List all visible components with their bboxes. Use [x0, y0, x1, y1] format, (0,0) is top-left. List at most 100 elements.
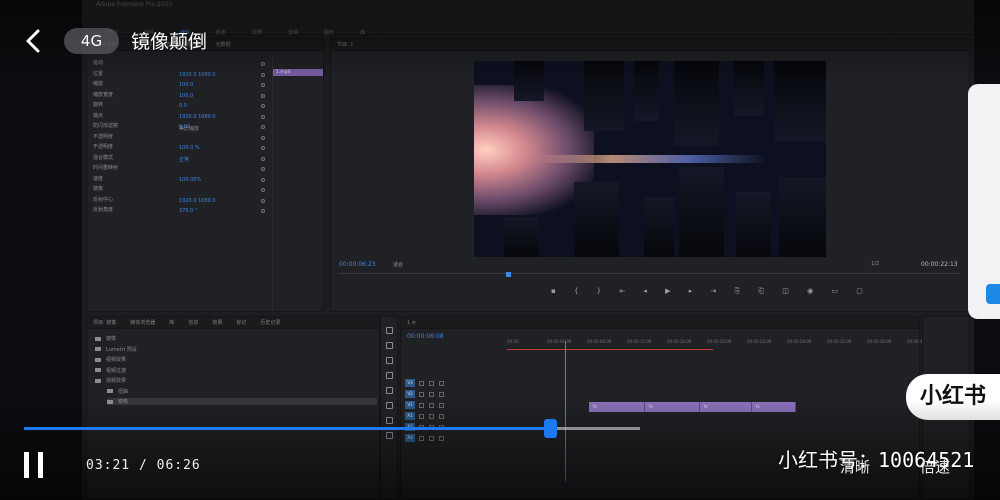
effects-tree-item[interactable]: 视频效果 [95, 356, 126, 363]
program-playhead[interactable] [506, 272, 511, 277]
slip-tool-icon[interactable] [386, 387, 393, 394]
render-bar [507, 349, 713, 350]
side-floating-card[interactable] [968, 84, 1000, 319]
selection-tool-icon[interactable] [386, 327, 393, 334]
effect-row[interactable]: 锚点 [93, 112, 103, 122]
effect-value[interactable]: 1920.0 1080.0 [179, 114, 216, 120]
ruler-tick-label: 00:00:32:00 [827, 339, 852, 344]
progress-fill [24, 427, 551, 430]
program-duration: 00:00:22:13 [921, 261, 958, 268]
video-player[interactable]: Adobe Premiere Pro 2020 文件(F)编辑(E)剪辑(C)序… [0, 0, 1000, 500]
effect-row[interactable]: 防闪烁滤镜 [93, 122, 118, 132]
effects-tree-label: 视频效果 [106, 378, 127, 384]
effect-row[interactable]: 反射中心 [93, 196, 113, 206]
track-header[interactable]: V2 [405, 390, 505, 400]
folder-icon [107, 389, 113, 393]
uniform-scale-checkbox[interactable]: 等比缩放 [179, 125, 199, 132]
effect-value[interactable]: 0.0 [179, 103, 187, 109]
ruler-tick-label: 00:00:16:00 [667, 339, 692, 344]
effect-row[interactable]: 速度 [93, 175, 103, 185]
resolution-dropdown[interactable]: 1/2 [871, 261, 879, 267]
folder-icon [95, 336, 101, 341]
effects-tree-label: 视频效果 [106, 357, 127, 363]
transport-controls[interactable]: ▪ { } ⇤ ◂ ▶ ▸ ⇥ ⎘ ⎗ ◫ ◉ ▭ ▢ [551, 287, 871, 296]
speed-button[interactable]: 倍速 [920, 456, 950, 477]
program-timecode: 00:00:06:23 [339, 261, 376, 268]
ruler-tick-label: 00:00:08:00 [587, 339, 612, 344]
keyframe-reset-icon[interactable] [261, 93, 265, 98]
ruler-tick-label: 00:00:24:00 [747, 339, 772, 344]
track-toggle-icon[interactable] [439, 381, 444, 386]
keyframe-reset-icon[interactable] [261, 156, 265, 161]
quality-button[interactable]: 清晰 [840, 456, 870, 477]
program-scrub-bar[interactable] [339, 273, 959, 279]
ruler-tick-label: 00:00 [507, 339, 519, 344]
effect-row[interactable]: 反射角度 [93, 206, 113, 216]
effect-row[interactable]: 旋转 [93, 101, 103, 111]
effects-tree-label: 镜像 [106, 336, 117, 342]
video-title: 镜像颠倒 [131, 31, 208, 53]
effect-row[interactable]: 缩放宽度 [93, 91, 113, 101]
razor-tool-icon[interactable] [386, 372, 393, 379]
folder-icon [95, 368, 101, 372]
track-toggle-icon[interactable] [419, 381, 424, 386]
keyframe-reset-icon[interactable] [261, 135, 265, 140]
effect-value[interactable]: 正常 [179, 156, 189, 163]
keyframe-reset-icon[interactable] [261, 125, 265, 129]
keyframe-reset-icon[interactable] [261, 104, 265, 108]
keyframe-reset-icon[interactable] [261, 198, 265, 203]
keyframe-reset-icon[interactable] [261, 177, 265, 182]
timeline-ruler[interactable]: 00:00 00:00:04:00 00:00:08:00 00:00:12:00 00… [507, 339, 931, 347]
effect-row[interactable]: 镜像 [93, 185, 103, 195]
effects-tree-item[interactable]: Lumetri 预设 [95, 346, 137, 353]
ripple-edit-tool-icon[interactable] [386, 357, 393, 364]
effect-row[interactable]: 不透明度 [93, 143, 113, 153]
track-toggle-icon[interactable] [439, 392, 444, 397]
effect-row[interactable]: 混合模式 [93, 154, 113, 164]
effect-value[interactable]: 100.0 [179, 93, 193, 99]
track-toggle-icon[interactable] [419, 392, 424, 397]
playback-time: 03:21 / 06:26 [86, 458, 201, 473]
timeline-timecode: 00:00:06:08 [407, 333, 444, 340]
keyframe-reset-icon[interactable] [261, 188, 265, 192]
effect-value[interactable]: 1920.0 1080.0 [179, 198, 216, 204]
track-label[interactable]: V2 [405, 390, 415, 398]
track-toggle-icon[interactable] [429, 381, 434, 386]
effects-tree-item[interactable]: 视频过渡 [95, 367, 126, 374]
effects-tree-item[interactable]: 视频效果 [95, 377, 126, 384]
pause-icon[interactable] [24, 452, 44, 478]
back-arrow-icon[interactable] [24, 29, 44, 53]
effect-value[interactable]: 100.0 % [179, 145, 200, 151]
ruler-tick-label: 00:00:04:00 [547, 339, 572, 344]
effect-row[interactable]: 时间重映射 [93, 164, 118, 174]
effect-value[interactable]: 270.0 ° [179, 208, 197, 214]
app-badge-icon [986, 284, 1000, 304]
keyframe-reset-icon[interactable] [261, 167, 265, 171]
network-badge: 4G [64, 28, 119, 54]
keyframe-reset-icon[interactable] [261, 114, 265, 119]
effect-row[interactable]: 不透明度 [93, 133, 113, 143]
folder-icon [95, 378, 101, 383]
fit-dropdown[interactable]: 适合 [393, 261, 403, 268]
keyframe-reset-icon[interactable] [261, 146, 265, 150]
folder-icon [95, 347, 101, 351]
ruler-tick-label: 00:00:20:00 [707, 339, 732, 344]
effects-tree-item[interactable]: 镜像 [95, 335, 116, 342]
track-header[interactable]: V3 [405, 379, 505, 389]
track-toggle-icon[interactable] [429, 392, 434, 397]
effect-value[interactable]: 100.00% [179, 177, 201, 183]
ruler-tick-label: 00:00:28:00 [787, 339, 812, 344]
mirrored-city-frame [474, 61, 826, 257]
keyframe-reset-icon[interactable] [261, 209, 265, 213]
effects-tree-label: 扭曲 [118, 388, 129, 395]
effect-value[interactable]: 100.0 [179, 82, 193, 88]
keyframe-reset-icon[interactable] [261, 83, 265, 87]
effects-tree-label: Lumetri 预设 [106, 346, 137, 353]
folder-icon [95, 357, 101, 362]
track-select-tool-icon[interactable] [386, 342, 393, 349]
ruler-tick-label: 00:00:12:00 [627, 339, 652, 344]
effects-tree-item[interactable]: 扭曲 [107, 388, 128, 395]
track-label[interactable]: V3 [405, 379, 415, 387]
progress-thumb[interactable] [544, 419, 558, 438]
effects-tree-label: 视频过渡 [106, 367, 127, 374]
